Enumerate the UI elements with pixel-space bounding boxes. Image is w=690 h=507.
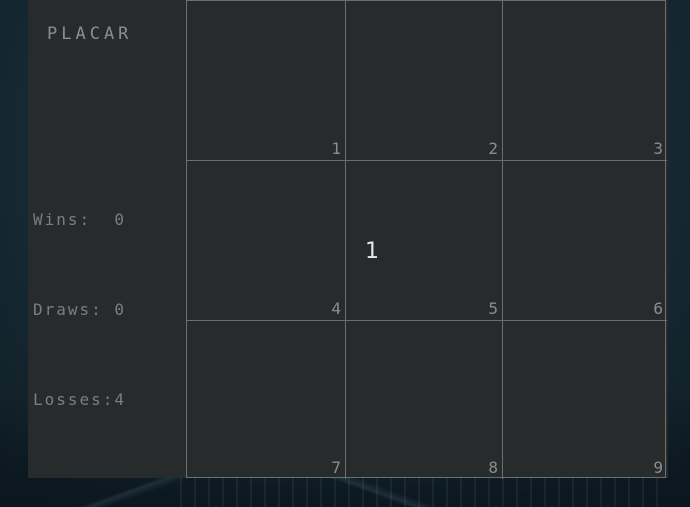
- losses-stat: Losses:4: [33, 390, 127, 409]
- board-cell-1[interactable]: 1: [187, 1, 346, 161]
- cell-number: 3: [653, 139, 663, 158]
- board-cell-3[interactable]: 3: [503, 1, 667, 161]
- cell-number: 5: [488, 299, 498, 318]
- board-cell-9[interactable]: 9: [503, 321, 667, 479]
- wins-stat: Wins: 0: [33, 210, 127, 229]
- cell-number: 8: [488, 458, 498, 477]
- draws-stat: Draws: 0: [33, 300, 127, 319]
- board-cell-7[interactable]: 7: [187, 321, 346, 479]
- scoreboard: PLACAR Wins: 0 Draws: 0 Losses:4: [28, 0, 186, 478]
- board-cell-2[interactable]: 2: [346, 1, 503, 161]
- board-cell-6[interactable]: 6: [503, 161, 667, 321]
- background-floor: [180, 477, 660, 507]
- cell-number: 1: [331, 139, 341, 158]
- board-cell-4[interactable]: 4: [187, 161, 346, 321]
- board-cell-8[interactable]: 8: [346, 321, 503, 479]
- scoreboard-stats: Wins: 0 Draws: 0 Losses:4: [33, 145, 126, 475]
- game-board: 1 2 3 4 5 6 7 8 9: [186, 0, 667, 479]
- cell-number: 9: [653, 458, 663, 477]
- cell-number: 4: [331, 299, 341, 318]
- cell-number: 2: [488, 139, 498, 158]
- cell-number: 7: [331, 458, 341, 477]
- game-panel: PLACAR Wins: 0 Draws: 0 Losses:4 1 2 3 4…: [28, 0, 668, 479]
- board-marker: 1: [365, 239, 379, 264]
- cell-number: 6: [653, 299, 663, 318]
- scoreboard-title: PLACAR: [47, 24, 133, 44]
